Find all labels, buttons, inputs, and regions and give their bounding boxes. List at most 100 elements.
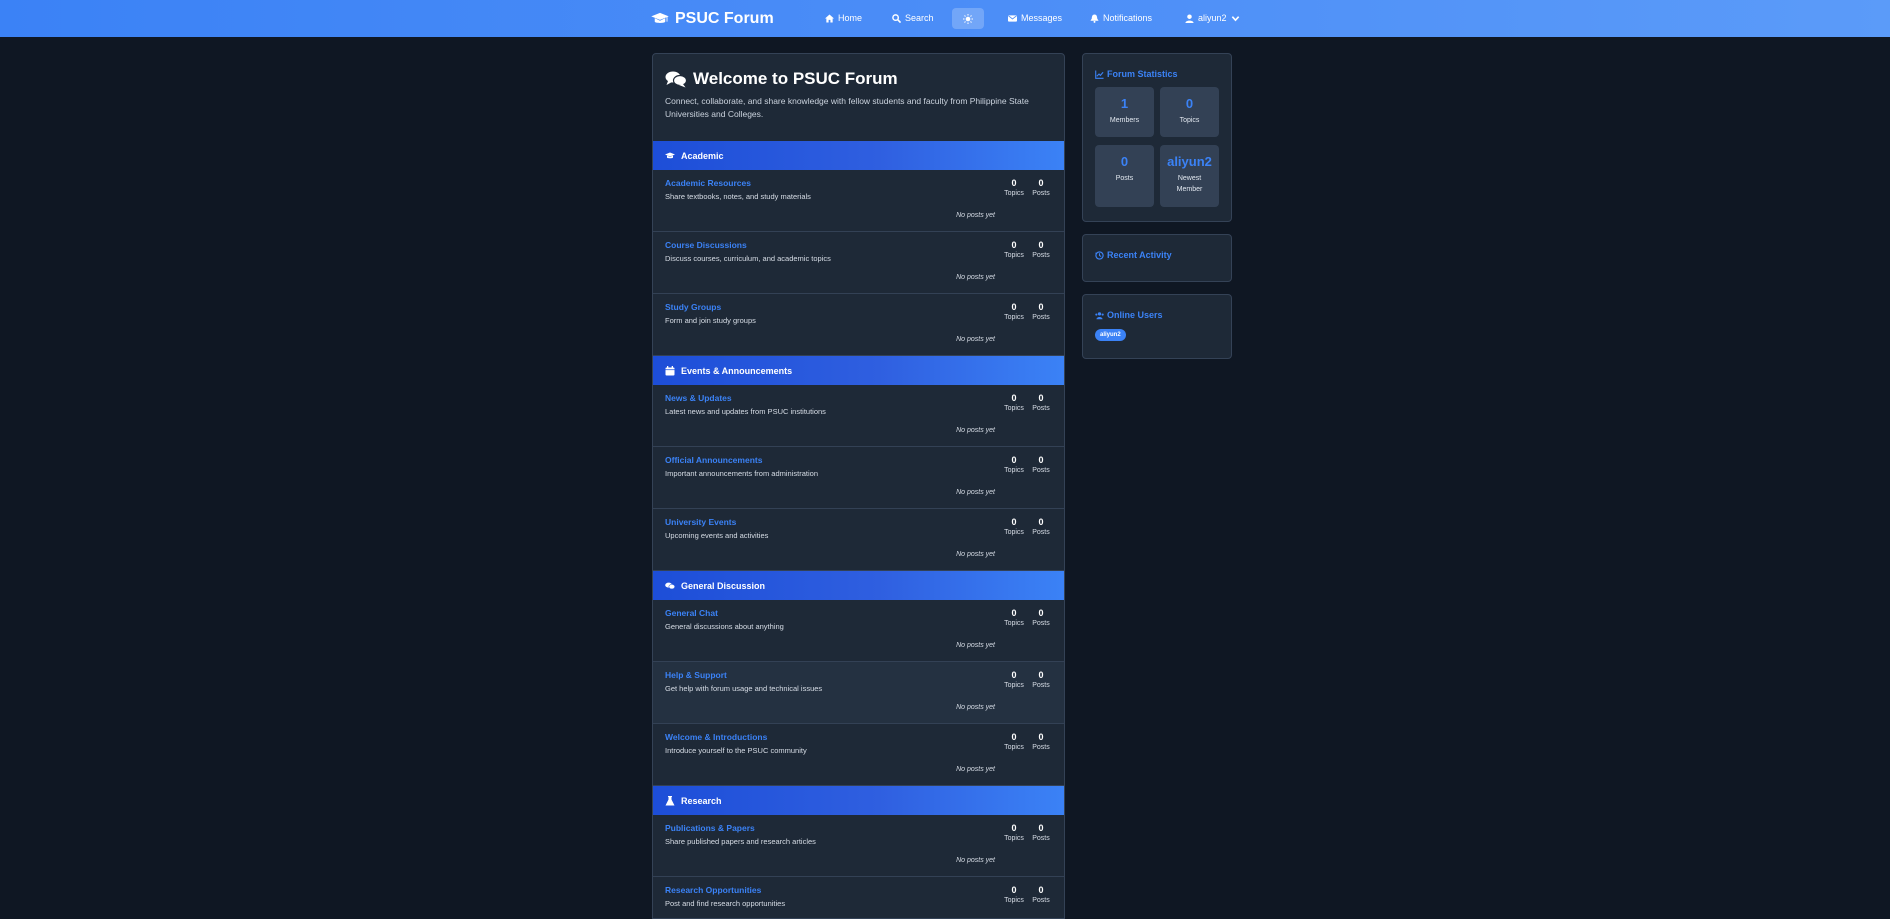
graduation-cap-icon (651, 12, 669, 23)
forum-title-link[interactable]: Study Groups (665, 302, 721, 312)
stat-topics: 0 Topics (1160, 87, 1219, 137)
forum-topics-count: 0 Topics (1004, 823, 1024, 842)
chart-line-icon (1095, 69, 1104, 79)
forum-row: Official Announcements Important announc… (653, 447, 1064, 509)
forum-topics-count: 0 Topics (1004, 608, 1024, 627)
user-menu-label: aliyun2 (1198, 13, 1227, 23)
comments-icon (665, 71, 687, 88)
comments-icon (665, 582, 675, 589)
search-icon (892, 13, 901, 23)
forum-row: Help & Support Get help with forum usage… (653, 662, 1064, 724)
nav-home[interactable]: Home (825, 13, 862, 23)
forum-description: Discuss courses, curriculum, and academi… (665, 254, 831, 263)
forum-title-link[interactable]: Course Discussions (665, 240, 747, 250)
forum-topics-count: 0 Topics (1004, 732, 1024, 751)
recent-activity-title: Recent Activity (1095, 250, 1172, 260)
forum-description: Latest news and updates from PSUC instit… (665, 407, 826, 416)
forum-topics-count: 0 Topics (1004, 455, 1024, 474)
forum-description: Share published papers and research arti… (665, 837, 816, 846)
category-name: Academic (681, 150, 724, 161)
category-header-academic: Academic (653, 141, 1064, 170)
forum-last-post: No posts yet (956, 336, 995, 343)
category-name: General Discussion (681, 580, 766, 591)
forum-posts-count: 0 Posts (1032, 885, 1050, 904)
bell-icon (1090, 13, 1099, 23)
nav-messages-label: Messages (1021, 13, 1063, 23)
forum-posts-count: 0 Posts (1032, 608, 1050, 627)
brand-name: PSUC Forum (675, 9, 774, 27)
users-icon (1095, 311, 1104, 319)
forum-title-link[interactable]: Welcome & Introductions (665, 732, 767, 742)
forum-topics-count: 0 Topics (1004, 393, 1024, 412)
forum-description: Important announcements from administrat… (665, 469, 818, 478)
forum-last-post: No posts yet (956, 489, 995, 496)
forum-last-post: No posts yet (956, 766, 995, 773)
category-name: Events & Announcements (681, 365, 793, 376)
forum-description: General discussions about anything (665, 622, 784, 631)
forum-posts-count: 0 Posts (1032, 455, 1050, 474)
forum-last-post: No posts yet (956, 642, 995, 649)
page-title: Welcome to PSUC Forum (665, 69, 1052, 89)
nav-search[interactable]: Search (892, 13, 934, 23)
graduation-cap-icon (665, 152, 675, 158)
online-user-badge[interactable]: aliyun2 (1095, 329, 1126, 341)
forum-last-post: No posts yet (956, 274, 995, 281)
forum-title-link[interactable]: General Chat (665, 608, 718, 618)
forum-statistics-title: Forum Statistics (1095, 69, 1178, 79)
forum-posts-count: 0 Posts (1032, 517, 1050, 536)
forum-row: Study Groups Form and join study groups … (653, 294, 1064, 356)
user-menu-dropdown[interactable]: aliyun2 (1185, 13, 1240, 23)
forum-last-post: No posts yet (956, 857, 995, 864)
forum-posts-count: 0 Posts (1032, 178, 1050, 197)
nav-notifications[interactable]: Notifications (1090, 13, 1152, 23)
nav-home-label: Home (838, 13, 863, 23)
history-icon (1095, 250, 1104, 260)
online-users-card: Online Users aliyun2 (1082, 294, 1232, 359)
forum-title-link[interactable]: Publications & Papers (665, 823, 755, 833)
forum-title-link[interactable]: Help & Support (665, 670, 727, 680)
forum-posts-count: 0 Posts (1032, 393, 1050, 412)
calendar-icon (665, 365, 675, 375)
forum-topics-count: 0 Topics (1004, 517, 1024, 536)
flask-icon (665, 795, 675, 805)
forum-row: Publications & Papers Share published pa… (653, 815, 1064, 877)
forum-last-post: No posts yet (956, 212, 995, 219)
forum-index-card: Welcome to PSUC Forum Connect, collabora… (652, 53, 1065, 919)
forum-title-link[interactable]: News & Updates (665, 393, 732, 403)
category-header-general: General Discussion (653, 571, 1064, 600)
forum-title-link[interactable]: University Events (665, 517, 736, 527)
theme-toggle-button[interactable] (952, 8, 984, 29)
forum-title-link[interactable]: Official Announcements (665, 455, 762, 465)
forum-topics-count: 0 Topics (1004, 885, 1024, 904)
forum-row: General Chat General discussions about a… (653, 600, 1064, 662)
forum-posts-count: 0 Posts (1032, 240, 1050, 259)
nav-messages[interactable]: Messages (1008, 13, 1062, 23)
forum-posts-count: 0 Posts (1032, 823, 1050, 842)
forum-title-link[interactable]: Research Opportunities (665, 885, 761, 895)
forum-description: Get help with forum usage and technical … (665, 684, 823, 693)
stat-newest-member: aliyun2 Newest Member (1160, 145, 1219, 207)
forum-description: Share textbooks, notes, and study materi… (665, 192, 811, 201)
forum-row: Research Opportunities Post and find res… (653, 877, 1064, 918)
forum-topics-count: 0 Topics (1004, 670, 1024, 689)
forum-posts-count: 0 Posts (1032, 302, 1050, 321)
online-users-title: Online Users (1095, 310, 1163, 320)
brand-logo[interactable]: PSUC Forum (651, 10, 774, 28)
nav-notifications-label: Notifications (1103, 13, 1153, 23)
user-icon (1185, 13, 1194, 23)
forum-topics-count: 0 Topics (1004, 302, 1024, 321)
category-header-research: Research (653, 786, 1064, 815)
forum-title-link[interactable]: Academic Resources (665, 178, 751, 188)
stat-posts: 0 Posts (1095, 145, 1154, 207)
forum-statistics-card: Forum Statistics 1 Members 0 Topics 0 Po… (1082, 53, 1232, 222)
forum-row: News & Updates Latest news and updates f… (653, 385, 1064, 447)
forum-topics-count: 0 Topics (1004, 240, 1024, 259)
category-header-events: Events & Announcements (653, 356, 1064, 385)
envelope-icon (1008, 14, 1017, 22)
welcome-section: Welcome to PSUC Forum Connect, collabora… (653, 54, 1064, 141)
recent-activity-card: Recent Activity (1082, 234, 1232, 282)
nav-search-label: Search (905, 13, 934, 23)
forum-description: Form and join study groups (665, 316, 756, 325)
forum-topics-count: 0 Topics (1004, 178, 1024, 197)
forum-description: Introduce yourself to the PSUC community (665, 746, 807, 755)
